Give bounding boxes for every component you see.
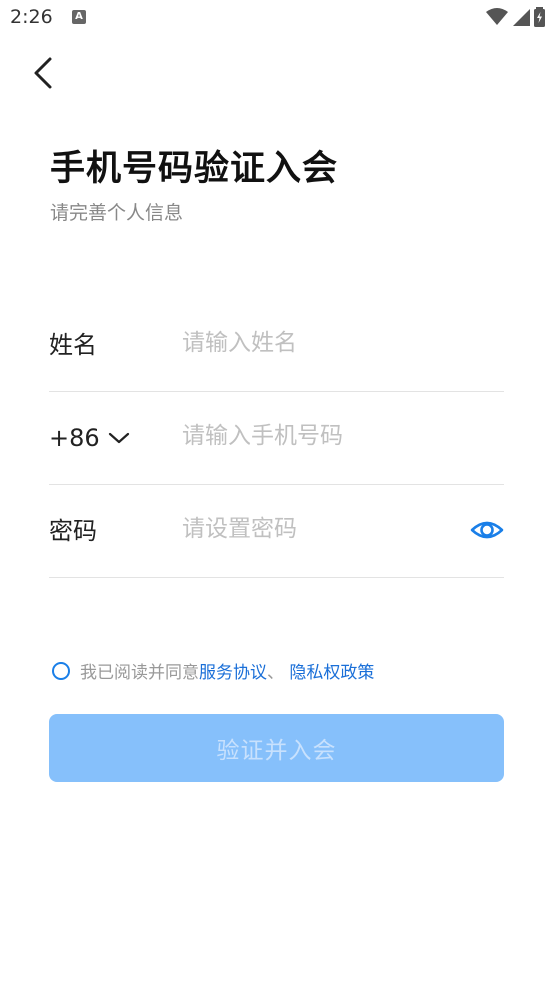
password-input[interactable] (182, 509, 462, 549)
agreement-separator: 、 (267, 663, 290, 683)
cell-signal-icon (513, 9, 530, 26)
country-code-selector[interactable]: +86 (49, 392, 130, 484)
status-icons (486, 7, 545, 27)
name-label: 姓名 (49, 331, 97, 359)
chevron-left-icon (34, 57, 52, 89)
agreement-prefix: 我已阅读并同意 (80, 663, 199, 683)
password-label: 密码 (49, 517, 97, 545)
back-button[interactable] (28, 55, 60, 91)
agreement: 我已阅读并同意 服务协议 、 隐私权政策 (52, 658, 374, 683)
page-subtitle: 请完善个人信息 (50, 202, 184, 224)
agreement-checkbox[interactable] (52, 661, 70, 680)
page-title: 手机号码验证入会 (50, 149, 339, 189)
wifi-icon (486, 8, 508, 25)
name-input[interactable] (182, 323, 462, 363)
battery-icon (534, 7, 545, 27)
chevron-down-icon (108, 432, 129, 444)
eye-icon (470, 521, 504, 539)
status-bar: 2:26 A (0, 0, 553, 36)
toggle-password-visibility[interactable] (470, 513, 504, 547)
phone-row: +86 (49, 392, 504, 485)
phone-input[interactable] (182, 416, 462, 456)
privacy-policy-link[interactable]: 隐私权政策 (289, 658, 374, 683)
status-time: 2:26 (10, 6, 53, 28)
name-row: 姓名 (49, 299, 504, 392)
password-row: 密码 (49, 485, 504, 578)
notification-a-icon: A (72, 10, 86, 24)
verify-join-button[interactable]: 验证并入会 (49, 714, 504, 782)
country-code: +86 (49, 424, 100, 452)
service-agreement-link[interactable]: 服务协议 (199, 658, 267, 683)
